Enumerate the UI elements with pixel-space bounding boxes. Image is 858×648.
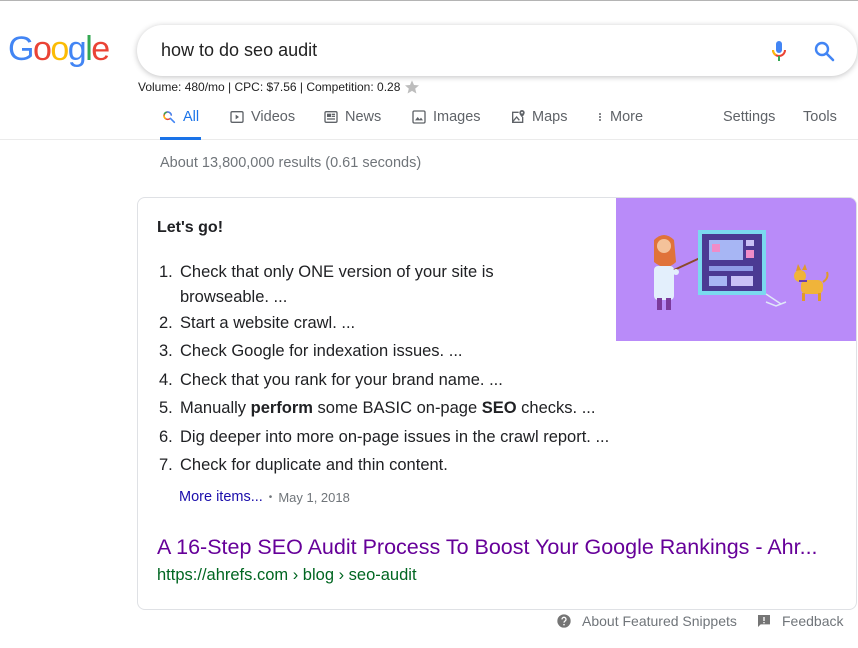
tab-images[interactable]: Images	[411, 95, 481, 139]
settings-label: Settings	[723, 109, 776, 125]
step-number: 5.	[159, 399, 173, 417]
search-icon	[163, 111, 176, 124]
step-number: 4.	[159, 370, 173, 389]
about-featured-snippets-link[interactable]: About Featured Snippets	[556, 613, 737, 629]
newspaper-icon	[324, 111, 338, 123]
google-logo[interactable]: Google	[8, 29, 110, 69]
step-number: 1.	[159, 263, 173, 281]
search-box	[137, 25, 857, 76]
tab-label: Videos	[251, 109, 296, 125]
bullet-separator: •	[268, 491, 273, 503]
tab-label: News	[345, 109, 382, 125]
step-text: Manually	[180, 399, 251, 417]
tools-label: Tools	[803, 109, 837, 125]
result-title-link[interactable]: A 16-Step SEO Audit Process To Boost You…	[157, 535, 818, 560]
logo-letter: G	[8, 30, 34, 68]
help-icon	[557, 614, 571, 628]
play-icon	[230, 111, 244, 123]
snippet-step: 4. Check that you rank for your brand nam…	[159, 366, 639, 395]
step-number: 2.	[159, 313, 173, 332]
step-text: Check for duplicate and thin content.	[180, 456, 448, 474]
tab-videos[interactable]: Videos	[229, 95, 295, 139]
keyword-stats: Volume: 480/mo | CPC: $7.56 | Competitio…	[138, 79, 420, 95]
snippet-step: 3. Check Google for indexation issues. ..…	[159, 337, 639, 366]
settings-link[interactable]: Settings	[723, 95, 775, 139]
step-text: Start a website crawl. ...	[180, 313, 356, 332]
step-text-bold: SEO	[481, 399, 517, 417]
tab-more[interactable]: More	[594, 95, 643, 139]
snippet-thumbnail[interactable]	[616, 198, 856, 341]
step-text: Check Google for indexation issues. ...	[180, 342, 463, 360]
step-text: Check that you rank for your brand name.…	[180, 370, 503, 389]
about-featured-snippets-label: About Featured Snippets	[582, 613, 737, 629]
snippet-steps-list: 1. Check that only ONE version of your si…	[159, 258, 639, 480]
step-text: Dig deeper into more on-page issues in t…	[180, 427, 610, 446]
tab-label: More	[610, 109, 644, 125]
result-url: https://ahrefs.com › blog › seo-audit	[157, 566, 417, 584]
step-text: Check that only ONE version of your site…	[180, 263, 494, 281]
image-icon	[412, 110, 426, 124]
keyword-stats-text: Volume: 480/mo | CPC: $7.56 | Competitio…	[138, 80, 401, 94]
more-items-link[interactable]: More items...	[179, 489, 263, 505]
tab-label: Images	[433, 109, 481, 125]
logo-letter: o	[50, 30, 69, 68]
search-icon[interactable]	[812, 39, 836, 63]
more-items-line: More items... • May 1, 2018	[179, 489, 350, 505]
snippet-step: 7. Check for duplicate and thin content.	[159, 451, 639, 480]
feedback-label: Feedback	[782, 613, 844, 629]
step-number: 3.	[159, 342, 173, 360]
feedback-icon	[758, 615, 770, 627]
tab-news[interactable]: News	[323, 95, 381, 139]
snippet-step: 6. Dig deeper into more on-page issues in…	[159, 423, 639, 452]
logo-letter: g	[67, 30, 87, 68]
tab-label: Maps	[532, 109, 568, 125]
featured-snippet-card: Let's go! 1. Check that only ONE version …	[137, 197, 857, 610]
step-text-continued: browseable. ...	[180, 287, 288, 306]
step-number: 6.	[159, 427, 173, 446]
tab-all[interactable]: All	[159, 95, 202, 140]
logo-letter: e	[91, 30, 110, 68]
snippet-heading: Let's go!	[157, 219, 224, 236]
snippet-date: May 1, 2018	[278, 489, 350, 505]
step-text: checks. ...	[516, 399, 596, 417]
step-number: 7.	[159, 456, 173, 474]
snippet-step: 2. Start a website crawl. ...	[159, 309, 639, 338]
step-text-bold: perform	[250, 399, 313, 417]
feedback-link[interactable]: Feedback	[756, 613, 843, 629]
search-input[interactable]	[161, 37, 721, 63]
microphone-icon[interactable]	[767, 39, 791, 63]
more-vert-icon	[599, 113, 601, 121]
tools-link[interactable]: Tools	[803, 95, 837, 139]
tab-label: All	[183, 109, 200, 125]
snippet-step: 5. Manually perform some BASIC on-page SE…	[159, 394, 639, 423]
step-text: some BASIC on-page	[312, 399, 482, 417]
logo-letter: o	[32, 30, 52, 68]
star-icon[interactable]	[404, 79, 420, 95]
result-stats: About 13,800,000 results (0.61 seconds)	[160, 155, 422, 171]
tab-maps[interactable]: Maps	[510, 95, 567, 139]
search-tabs: All Videos News Images Maps More Setting…	[0, 95, 858, 140]
snippet-step: 1. Check that only ONE version of your si…	[159, 258, 639, 309]
map-pin-icon	[512, 110, 525, 123]
